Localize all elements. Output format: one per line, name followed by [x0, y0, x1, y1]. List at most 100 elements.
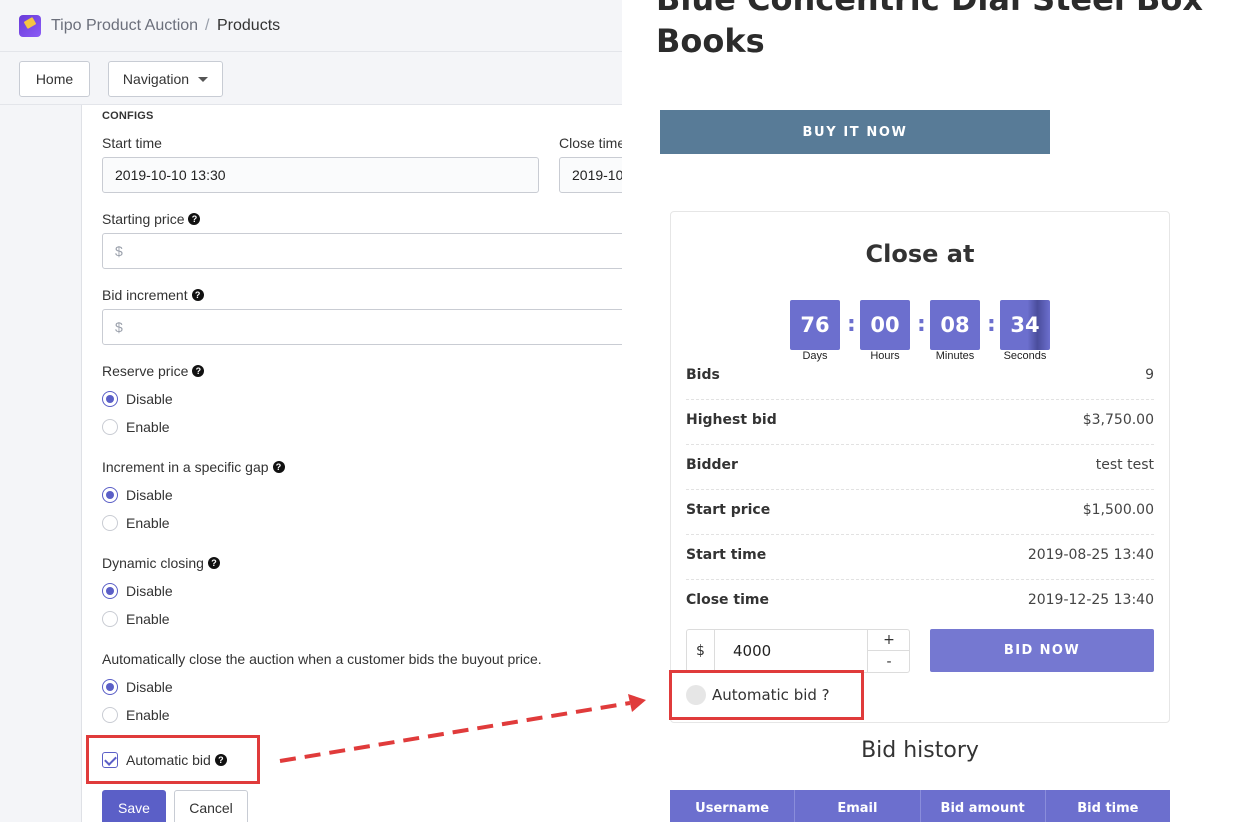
save-button[interactable]: Save: [102, 790, 166, 822]
detail-value: 2019-12-25 13:40: [1027, 592, 1154, 608]
countdown-minutes: 08: [930, 300, 980, 350]
currency-prefix: $: [687, 630, 715, 672]
close-time-value: 2019-10: [572, 167, 622, 183]
product-page: Blue Concentric Dial Steel Box Books BUY…: [622, 0, 1240, 822]
help-icon[interactable]: ?: [192, 365, 205, 377]
increment-bid-button[interactable]: +: [867, 630, 910, 651]
radio-label: Enable: [126, 611, 170, 627]
radio-label: Disable: [126, 391, 173, 407]
radio-selected-icon[interactable]: [102, 583, 118, 599]
detail-row-start-price: Start price $1,500.00: [686, 490, 1154, 535]
highlight-box-product: [669, 670, 864, 720]
breadcrumb-current: Products: [217, 17, 281, 34]
radio-label: Enable: [126, 419, 170, 435]
increment-gap-disable-radio[interactable]: Disable: [102, 485, 173, 505]
detail-key: Bidder: [686, 457, 738, 473]
admin-navbar: Home Navigation: [0, 52, 622, 105]
decrement-bid-button[interactable]: -: [867, 651, 910, 672]
highlight-box-admin: [86, 735, 260, 784]
detail-row-close-time: Close time 2019-12-25 13:40: [686, 580, 1154, 625]
detail-key: Bids: [686, 367, 720, 383]
detail-key: Start time: [686, 547, 767, 563]
increment-gap-label: Increment in a specific gap ?: [102, 459, 285, 475]
radio-label: Disable: [126, 583, 173, 599]
auto-close-enable-radio[interactable]: Enable: [102, 705, 170, 725]
reserve-price-label-text: Reserve price: [102, 363, 189, 379]
help-icon[interactable]: ?: [188, 213, 201, 225]
radio-unselected-icon[interactable]: [102, 515, 118, 531]
bid-history-table-header: Username Email Bid amount Bid time: [670, 790, 1170, 822]
breadcrumb-app-link[interactable]: Tipo Product Auction: [51, 17, 198, 35]
dynamic-closing-enable-radio[interactable]: Enable: [102, 609, 170, 629]
bid-now-button[interactable]: BID NOW: [930, 629, 1154, 672]
start-time-input[interactable]: 2019-10-10 13:30: [102, 157, 539, 193]
detail-value: $3,750.00: [1082, 412, 1154, 428]
radio-selected-icon[interactable]: [102, 487, 118, 503]
home-button-label: Home: [35, 71, 74, 87]
bid-increment-input[interactable]: $: [102, 309, 622, 345]
bid-increment-placeholder: $: [115, 319, 123, 335]
detail-row-bidder: Bidder test test: [686, 445, 1154, 490]
detail-value: 9: [1145, 367, 1154, 383]
radio-label: Enable: [126, 707, 170, 723]
radio-unselected-icon[interactable]: [102, 611, 118, 627]
admin-panel: Tipo Product Auction / Products Home Nav…: [0, 0, 622, 822]
navigation-dropdown[interactable]: Navigation: [108, 61, 223, 97]
bid-increment-label-text: Bid increment: [102, 287, 188, 303]
countdown-separator: :: [987, 312, 996, 337]
reserve-price-enable-radio[interactable]: Enable: [102, 417, 170, 437]
column-header-username[interactable]: Username: [670, 790, 796, 822]
dynamic-closing-label-text: Dynamic closing: [102, 555, 204, 571]
detail-value: $1,500.00: [1082, 502, 1154, 518]
bid-increment-label: Bid increment ?: [102, 287, 204, 303]
close-time-label-text: Close time: [559, 135, 622, 151]
countdown-separator: :: [917, 312, 926, 337]
start-time-value: 2019-10-10 13:30: [115, 167, 226, 183]
app-logo-icon[interactable]: [19, 15, 41, 37]
save-button-label: Save: [118, 800, 150, 816]
detail-key: Highest bid: [686, 412, 777, 428]
column-header-bid-amount[interactable]: Bid amount: [921, 790, 1046, 822]
reserve-price-disable-radio[interactable]: Disable: [102, 389, 173, 409]
help-icon[interactable]: ?: [207, 557, 220, 569]
countdown-seconds: 34: [1000, 300, 1050, 350]
help-icon[interactable]: ?: [272, 461, 285, 473]
auto-close-disable-radio[interactable]: Disable: [102, 677, 173, 697]
home-button[interactable]: Home: [19, 61, 90, 97]
starting-price-label: Starting price ?: [102, 211, 201, 227]
detail-row-highest-bid: Highest bid $3,750.00: [686, 400, 1154, 445]
buy-it-now-button[interactable]: BUY IT NOW: [660, 110, 1050, 154]
dynamic-closing-label: Dynamic closing ?: [102, 555, 220, 571]
radio-label: Disable: [126, 487, 173, 503]
countdown-hours: 00: [860, 300, 910, 350]
increment-gap-enable-radio[interactable]: Enable: [102, 513, 170, 533]
detail-row-bids: Bids 9: [686, 355, 1154, 400]
column-header-bid-time[interactable]: Bid time: [1046, 790, 1170, 822]
radio-selected-icon[interactable]: [102, 679, 118, 695]
bid-now-label: BID NOW: [1003, 643, 1081, 658]
product-title: Blue Concentric Dial Steel Box Books: [656, 0, 1203, 60]
reserve-price-label: Reserve price ?: [102, 363, 205, 379]
navigation-dropdown-label: Navigation: [122, 71, 190, 87]
bid-amount-field[interactable]: $ 4000 + -: [686, 629, 910, 673]
start-time-label-text: Start time: [102, 135, 162, 151]
detail-key: Start price: [686, 502, 771, 518]
section-title-configs: CONFIGS: [102, 110, 154, 122]
starting-price-label-text: Starting price: [102, 211, 185, 227]
close-at-heading: Close at: [865, 240, 975, 268]
starting-price-input[interactable]: $: [102, 233, 622, 269]
radio-unselected-icon[interactable]: [102, 707, 118, 723]
dynamic-closing-disable-radio[interactable]: Disable: [102, 581, 173, 601]
close-time-label: Close time: [559, 135, 622, 151]
radio-selected-icon[interactable]: [102, 391, 118, 407]
bid-amount-input[interactable]: 4000: [733, 642, 771, 660]
increment-gap-label-text: Increment in a specific gap: [102, 459, 269, 475]
buy-it-now-label: BUY IT NOW: [802, 124, 908, 140]
column-header-email[interactable]: Email: [795, 790, 921, 822]
radio-unselected-icon[interactable]: [102, 419, 118, 435]
close-time-input[interactable]: 2019-10: [559, 157, 622, 193]
help-icon[interactable]: ?: [191, 289, 204, 301]
auto-close-label: Automatically close the auction when a c…: [102, 651, 542, 667]
auto-close-label-text: Automatically close the auction when a c…: [102, 651, 542, 667]
cancel-button[interactable]: Cancel: [174, 790, 248, 822]
